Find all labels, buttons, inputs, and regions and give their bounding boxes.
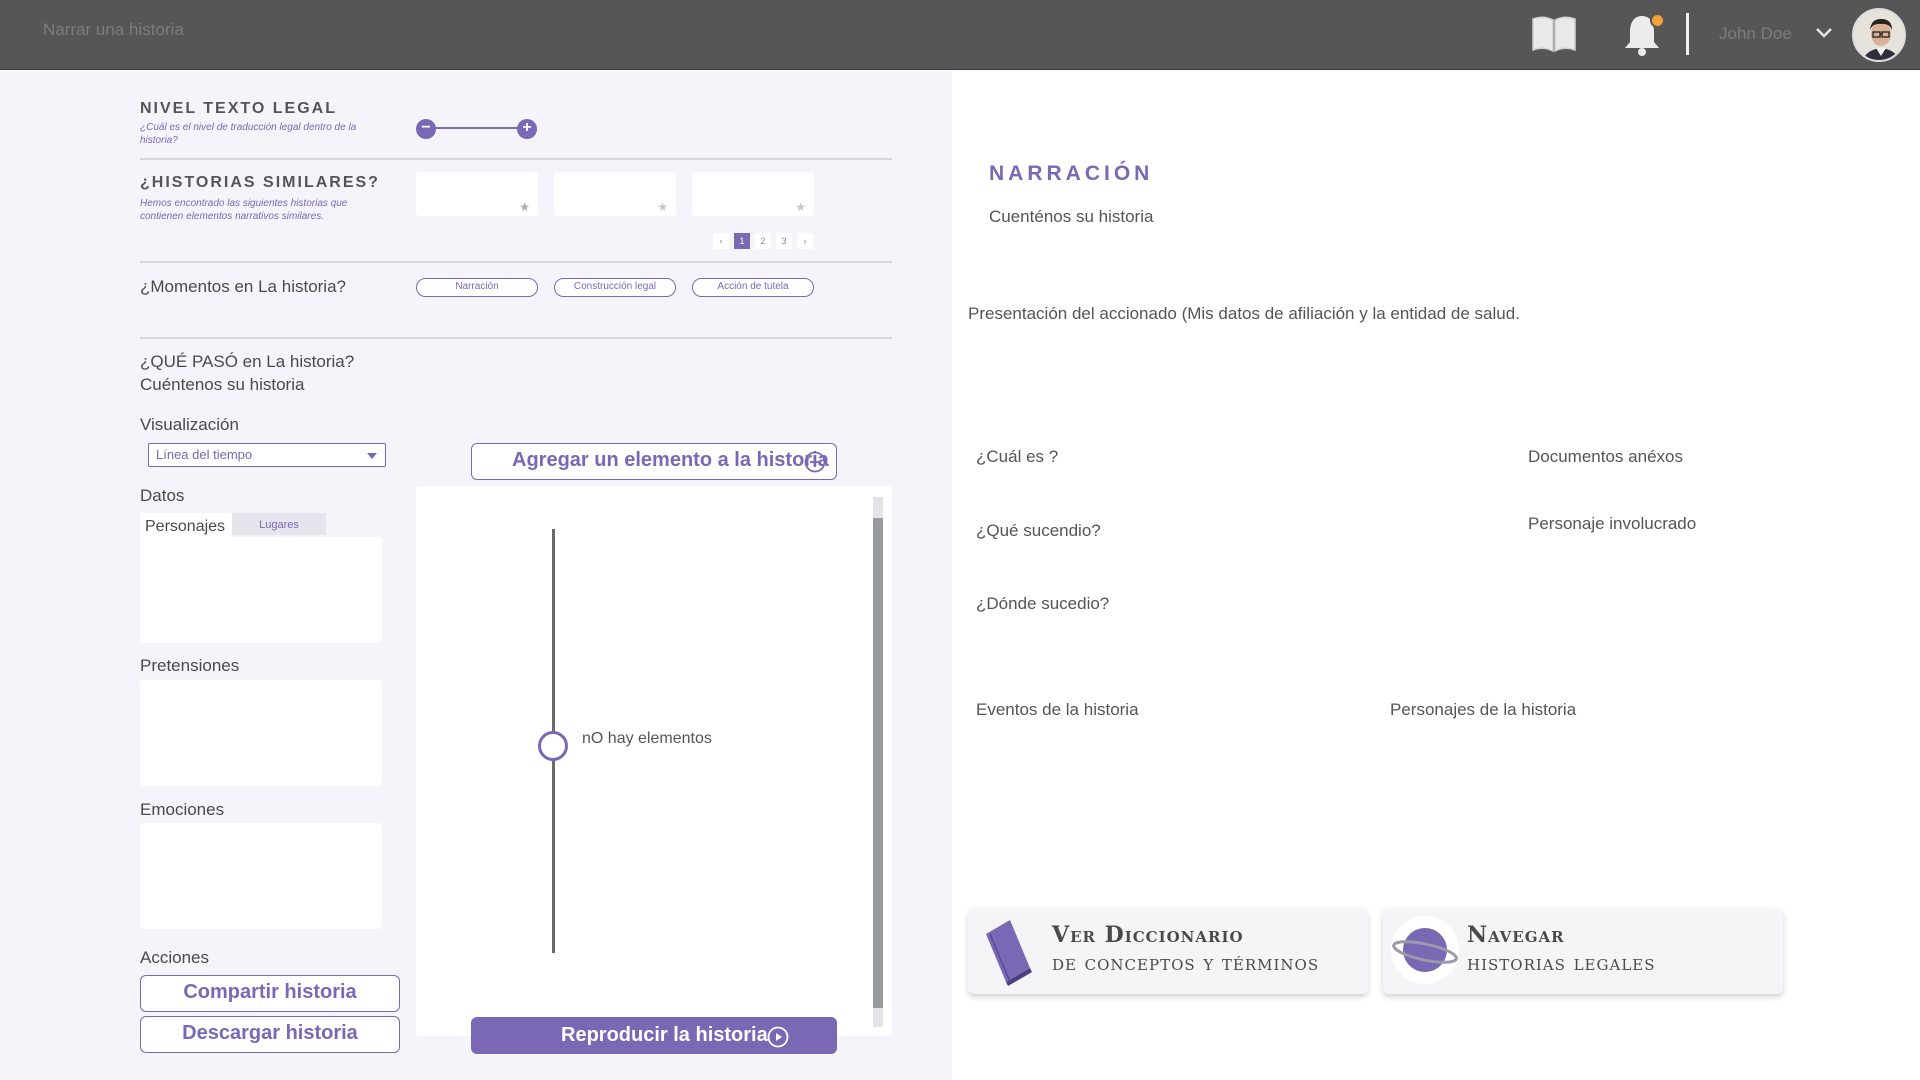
level-decrease-button[interactable]: − bbox=[416, 119, 436, 139]
timeline-area[interactable] bbox=[416, 486, 892, 1036]
dictionary-card-subtitle: de conceptos y términos bbox=[1052, 951, 1320, 975]
que-sucedio-label: ¿Qué sucendio? bbox=[976, 521, 1101, 540]
book-icon[interactable] bbox=[1530, 14, 1578, 54]
timeline-empty-text: nO hay elementos bbox=[582, 730, 712, 747]
prev-page-button[interactable]: ‹ bbox=[713, 233, 729, 249]
similares-title: ¿HISTORIAS SIMILARES? bbox=[140, 174, 380, 191]
book-icon bbox=[986, 920, 1032, 986]
navigate-card-subtitle: historias legales bbox=[1467, 951, 1656, 975]
navigate-card[interactable]: Navegar historias legales bbox=[1383, 908, 1783, 994]
narracion-title: NARRACIÓN bbox=[989, 162, 1154, 185]
cual-label: ¿Cuál es ? bbox=[976, 447, 1059, 466]
star-icon[interactable]: ★ bbox=[657, 200, 668, 214]
narracion-subtitle: Cuenténos su historia bbox=[989, 207, 1154, 226]
play-story-button[interactable]: Reproducir la historia bbox=[471, 1017, 837, 1054]
star-icon[interactable]: ★ bbox=[795, 200, 806, 214]
personajes-box[interactable] bbox=[140, 537, 382, 643]
chip-narracion[interactable]: Narración bbox=[416, 278, 538, 297]
eventos-label: Eventos de la historia bbox=[976, 700, 1139, 719]
divider bbox=[140, 158, 892, 160]
header-divider bbox=[1686, 13, 1689, 55]
plus-circle-icon bbox=[804, 451, 826, 473]
navigate-card-title: Navegar bbox=[1467, 922, 1565, 948]
momentos-title: ¿Momentos en La historia? bbox=[140, 277, 346, 296]
level-slider-track[interactable] bbox=[426, 127, 528, 129]
similar-story-card[interactable]: ★ bbox=[554, 172, 676, 216]
donde-sucedio-label: ¿Dónde sucedio? bbox=[976, 594, 1110, 613]
top-bar: Narrar una historia John Doe bbox=[0, 0, 1920, 70]
dictionary-card-title: Ver Diccionario bbox=[1052, 922, 1244, 948]
level-increase-button[interactable]: + bbox=[517, 119, 537, 139]
timeline-node[interactable] bbox=[538, 731, 568, 761]
divider bbox=[140, 337, 892, 339]
chip-construccion-legal[interactable]: Construcción legal bbox=[554, 278, 676, 297]
notification-dot bbox=[1650, 13, 1665, 28]
user-name[interactable]: John Doe bbox=[1719, 24, 1792, 44]
page-button[interactable]: 1 bbox=[734, 233, 750, 249]
que-paso-subtitle: Cuéntenos su historia bbox=[140, 375, 305, 394]
nivel-title: NIVEL TEXTO LEGAL bbox=[140, 100, 337, 117]
chevron-down-icon[interactable] bbox=[1814, 26, 1834, 40]
avatar[interactable] bbox=[1852, 8, 1906, 62]
tab-lugares[interactable]: Lugares bbox=[232, 513, 326, 535]
nivel-subtitle: ¿Cuál es el nivel de traducción legal de… bbox=[140, 122, 357, 146]
play-circle-icon bbox=[767, 1026, 789, 1048]
download-story-button[interactable]: Descargar historia bbox=[140, 1016, 400, 1053]
play-story-label: Reproducir la historia bbox=[561, 1024, 768, 1046]
page-button[interactable]: 2 bbox=[755, 233, 771, 249]
datos-label: Datos bbox=[140, 486, 185, 505]
acciones-label: Acciones bbox=[140, 948, 209, 967]
visualization-selected: Línea del tiempo bbox=[156, 447, 253, 462]
personajes-historia-label: Personajes de la historia bbox=[1390, 700, 1577, 719]
app-title: Narrar una historia bbox=[43, 20, 184, 39]
dropdown-arrow-icon bbox=[367, 453, 377, 459]
pretensiones-label: Pretensiones bbox=[140, 656, 240, 675]
pretensiones-box[interactable] bbox=[140, 680, 382, 786]
next-page-button[interactable]: › bbox=[797, 233, 813, 249]
emociones-label: Emociones bbox=[140, 800, 225, 819]
divider bbox=[140, 261, 892, 263]
timeline-scrollbar-thumb[interactable] bbox=[873, 518, 883, 1008]
page-button[interactable]: 3 bbox=[776, 233, 792, 249]
presentacion-label: Presentación del accionado (Mis datos de… bbox=[968, 304, 1520, 323]
documentos-label: Documentos anéxos bbox=[1528, 447, 1683, 466]
add-element-label: Agregar un elemento a la historia bbox=[512, 449, 829, 471]
planet-icon bbox=[1391, 916, 1459, 984]
add-element-button[interactable]: Agregar un elemento a la historia bbox=[471, 443, 837, 480]
similar-story-card[interactable]: ★ bbox=[692, 172, 814, 216]
visualization-select[interactable]: Línea del tiempo bbox=[148, 443, 386, 467]
emociones-box[interactable] bbox=[140, 823, 382, 929]
tab-personajes[interactable]: Personajes bbox=[140, 513, 232, 539]
chip-accion-tutela[interactable]: Acción de tutela bbox=[692, 278, 814, 297]
personaje-involucrado-label: Personaje involucrado bbox=[1528, 514, 1697, 533]
visualizacion-label: Visualización bbox=[140, 415, 239, 434]
similares-subtitle: Hemos encontrado las siguientes historia… bbox=[140, 198, 348, 222]
share-story-button[interactable]: Compartir historia bbox=[140, 975, 400, 1012]
similar-story-card[interactable]: ★ bbox=[416, 172, 538, 216]
que-paso-title: ¿QUÉ PASÓ en La historia? bbox=[140, 352, 355, 371]
star-icon[interactable]: ★ bbox=[519, 200, 530, 214]
dictionary-card[interactable]: Ver Diccionario de conceptos y términos bbox=[968, 908, 1368, 994]
